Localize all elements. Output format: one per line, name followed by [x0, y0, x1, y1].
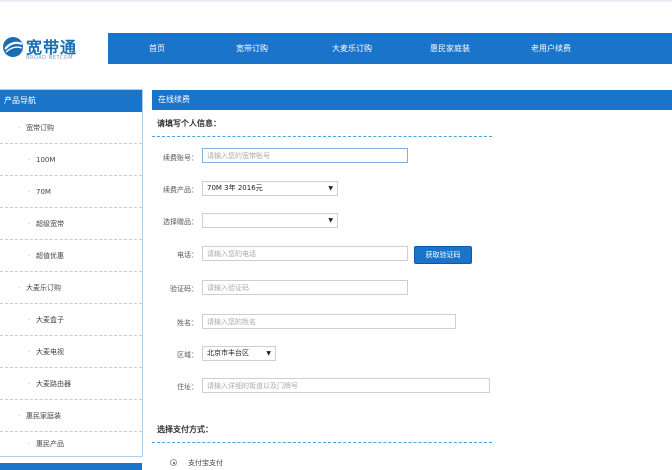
phone-label: 电话：	[177, 251, 198, 259]
bullet-icon: ·	[28, 315, 31, 324]
sidebar-item-100m[interactable]: · 100M	[0, 144, 142, 176]
sidebar-title: 产品导航	[0, 90, 142, 112]
nav-home[interactable]: 首页	[108, 33, 206, 64]
sidebar-item-family-product[interactable]: · 惠民产品	[0, 432, 142, 455]
address-input[interactable]: 请输入详细的街道以及门牌号	[202, 378, 490, 393]
sidebar-next-panel-header	[0, 463, 142, 470]
top-border	[0, 0, 672, 2]
main-nav: 首页 宽带订购 大麦乐订购 惠民家庭装 老用户续费	[108, 33, 672, 64]
address-label: 住址：	[177, 383, 198, 391]
get-code-button[interactable]: 获取验证码	[414, 246, 472, 264]
gift-label: 选择赠品：	[163, 218, 198, 226]
product-select[interactable]: 70M 3年 2016元 ▼	[202, 181, 338, 196]
code-label: 验证码：	[170, 285, 198, 293]
region-label: 区域：	[177, 351, 198, 359]
product-label: 续费产品：	[163, 186, 198, 194]
sidebar-item-damai-box[interactable]: · 大麦盒子	[0, 304, 142, 336]
bullet-icon: ·	[18, 283, 21, 292]
phone-input[interactable]: 请输入您的电话	[202, 246, 408, 261]
logo-globe-icon	[3, 37, 23, 57]
account-input[interactable]: 请输入您的宽带账号	[202, 148, 408, 163]
account-label: 续费账号：	[163, 154, 198, 162]
gift-select[interactable]: ▼	[202, 213, 338, 228]
sidebar-item-broadband-order[interactable]: · 宽带订购	[0, 112, 142, 144]
code-input[interactable]: 请输入验证码	[202, 280, 408, 295]
sidebar-item-family-package[interactable]: · 惠民家庭装	[0, 400, 142, 432]
sidebar-item-damai-order[interactable]: · 大麦乐订购	[0, 272, 142, 304]
sidebar-item-damai-router[interactable]: · 大麦路由器	[0, 368, 142, 400]
bullet-icon: ·	[18, 411, 21, 420]
page-title: 在线续费	[152, 90, 672, 110]
nav-family-package[interactable]: 惠民家庭装	[406, 33, 494, 64]
bullet-icon: ·	[28, 347, 31, 356]
nav-damai-order[interactable]: 大麦乐订购	[298, 33, 406, 64]
section-personal-info: 请填写个人信息：	[157, 119, 221, 128]
bullet-icon: ·	[28, 439, 31, 448]
bullet-icon: ·	[28, 187, 31, 196]
sidebar-item-damai-tv[interactable]: · 大麦电视	[0, 336, 142, 368]
dropdown-arrow-icon: ▼	[266, 350, 271, 357]
bullet-icon: ·	[28, 219, 31, 228]
region-select[interactable]: 北京市丰台区 ▼	[202, 346, 276, 361]
divider	[152, 442, 492, 443]
name-input[interactable]: 请输入您的姓名	[202, 314, 456, 329]
logo[interactable]: 宽带通 BROAD NETCOM	[0, 30, 105, 68]
alipay-radio[interactable]	[170, 459, 177, 466]
nav-renewal[interactable]: 老用户续费	[494, 33, 608, 64]
section-payment: 选择支付方式：	[157, 425, 213, 434]
bullet-icon: ·	[28, 155, 31, 164]
alipay-label: 支付宝支付	[188, 459, 223, 467]
name-label: 姓名：	[177, 319, 198, 327]
sidebar-item-super-discount[interactable]: · 超值优惠	[0, 240, 142, 272]
dropdown-arrow-icon: ▼	[328, 217, 333, 224]
nav-broadband-order[interactable]: 宽带订购	[206, 33, 298, 64]
divider	[152, 136, 492, 137]
sidebar: 产品导航 · 宽带订购 · 100M · 70M · 超级宽带 · 超值优惠 ·…	[0, 89, 143, 457]
bullet-icon: ·	[18, 123, 21, 132]
sidebar-item-70m[interactable]: · 70M	[0, 176, 142, 208]
bullet-icon: ·	[28, 251, 31, 260]
sidebar-item-super-broadband[interactable]: · 超级宽带	[0, 208, 142, 240]
bullet-icon: ·	[28, 379, 31, 388]
logo-subtext: BROAD NETCOM	[26, 55, 74, 61]
dropdown-arrow-icon: ▼	[328, 185, 333, 192]
